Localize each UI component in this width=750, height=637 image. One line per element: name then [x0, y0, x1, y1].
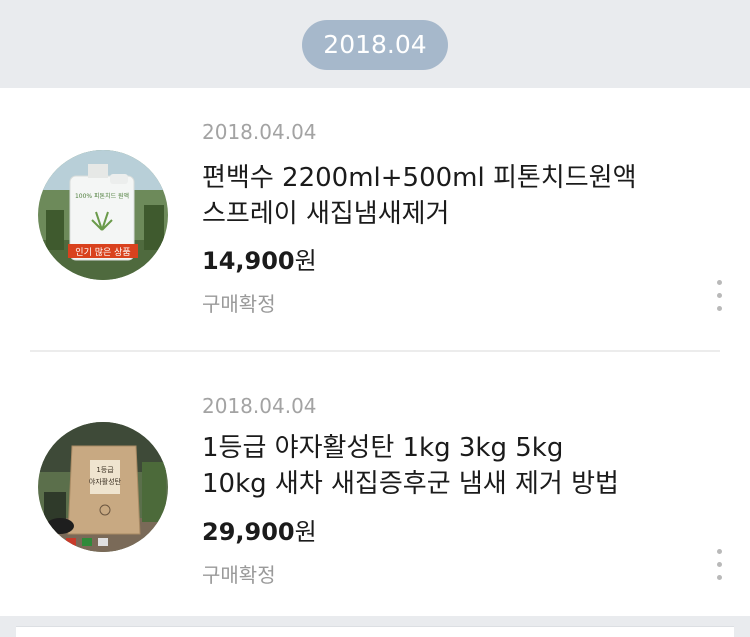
product-title-line: 스프레이 새집냄새제거	[202, 199, 450, 229]
order-date: 2018.04.04	[202, 394, 317, 418]
order-item[interactable]: 1등급 야자활성탄 2018.04.04 1등급 야자활성탄 1kg 3kg 5…	[0, 352, 750, 614]
date-group-header: 2018.04	[0, 0, 750, 88]
next-card-edge	[16, 626, 734, 637]
svg-text:인기 많은 상품: 인기 많은 상품	[75, 247, 130, 258]
svg-text:100% 피톤치드 원액: 100% 피톤치드 원액	[75, 192, 129, 200]
price-currency: 원	[294, 247, 317, 275]
order-status: 구매확정	[202, 563, 276, 587]
more-vertical-icon[interactable]	[708, 549, 730, 583]
svg-text:야자활성탄: 야자활성탄	[89, 477, 122, 486]
order-status: 구매확정	[202, 292, 276, 316]
price-amount: 14,900	[202, 247, 295, 275]
product-title-line: 편백수 2200ml+500ml 피톤치드원액	[202, 163, 637, 193]
product-title[interactable]: 편백수 2200ml+500ml 피톤치드원액 스프레이 새집냄새제거	[202, 160, 702, 232]
product-price: 29,900원	[202, 512, 317, 547]
more-vertical-icon[interactable]	[708, 280, 730, 314]
price-currency: 원	[294, 518, 317, 546]
order-item[interactable]: 100% 피톤치드 원액 인기 많은 상품 2018.04.04 편백수 220…	[0, 88, 750, 352]
product-thumbnail[interactable]: 1등급 야자활성탄	[38, 422, 168, 552]
product-price: 14,900원	[202, 241, 317, 276]
order-list: 100% 피톤치드 원액 인기 많은 상품 2018.04.04 편백수 220…	[0, 88, 750, 616]
price-amount: 29,900	[202, 518, 295, 546]
product-title-line: 10kg 새차 새집증후군 냄새 제거 방법	[202, 469, 619, 499]
product-thumbnail[interactable]: 100% 피톤치드 원액 인기 많은 상품	[38, 150, 168, 280]
svg-text:1등급: 1등급	[96, 466, 114, 474]
order-date: 2018.04.04	[202, 120, 317, 144]
product-title-line: 1등급 야자활성탄 1kg 3kg 5kg	[202, 433, 564, 463]
date-group-badge: 2018.04	[302, 20, 448, 70]
product-title[interactable]: 1등급 야자활성탄 1kg 3kg 5kg 10kg 새차 새집증후군 냄새 제…	[202, 430, 702, 502]
